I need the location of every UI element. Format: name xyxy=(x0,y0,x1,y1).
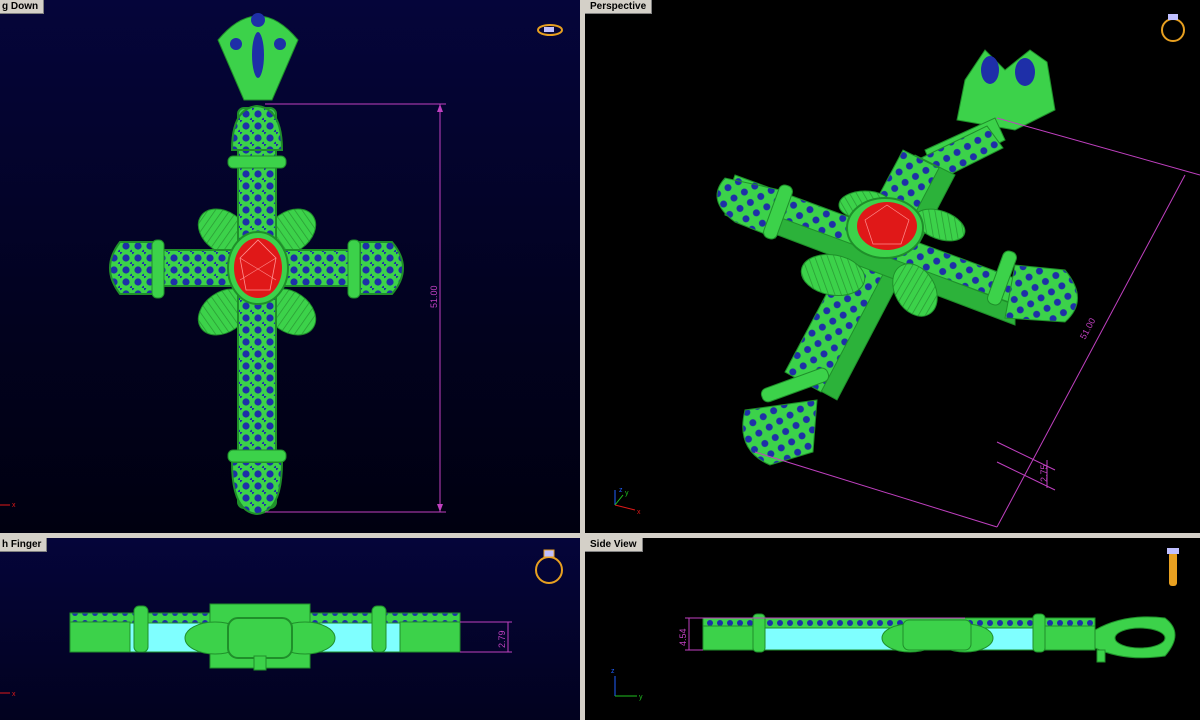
axis-label-y-persp: y xyxy=(625,490,629,497)
viewport-title-top[interactable]: g Down xyxy=(0,0,45,14)
ring-orientation-icon-persp[interactable] xyxy=(1161,14,1185,42)
center-gemstone xyxy=(227,231,289,305)
ring-orientation-icon[interactable] xyxy=(537,24,563,36)
axis-label-z-side: z xyxy=(611,668,615,675)
viewport-title-front[interactable]: h Finger xyxy=(0,538,48,552)
side-bail xyxy=(1094,616,1176,663)
perspective-view-scene: 51.00 2.75 z y x xyxy=(614,14,1200,528)
dimension-label-persp-length: 51.00 xyxy=(1078,316,1097,341)
cross-bail xyxy=(217,13,299,101)
viewport-top[interactable]: g Down 51.00 x xyxy=(0,0,580,533)
viewport-front[interactable]: h Finger 2.79 x xyxy=(0,538,580,720)
dimension-label-front: 2.79 xyxy=(497,630,507,648)
dimension-label-side: 4.54 xyxy=(678,628,688,646)
dimension-label-persp-thickness: 2.75 xyxy=(1039,464,1049,482)
side-view-scene: 4.54 z y xyxy=(611,548,1179,701)
viewport-title-side[interactable]: Side View xyxy=(585,538,643,552)
ring-orientation-icon-front[interactable] xyxy=(535,549,563,584)
viewport-title-perspective[interactable]: Perspective xyxy=(585,0,653,14)
front-view-scene: 2.79 x xyxy=(0,549,563,698)
axis-label-x: x xyxy=(12,502,16,509)
ring-orientation-icon-side[interactable] xyxy=(1167,548,1179,586)
axis-label-z-persp: z xyxy=(619,487,623,494)
dimension-label-top: 51.00 xyxy=(429,285,439,308)
persp-bail xyxy=(956,49,1056,131)
axis-label-x-persp: x xyxy=(637,509,641,516)
viewport-perspective[interactable]: Perspective 51.00 2.75 z y x xyxy=(585,0,1200,533)
persp-bottom-cap xyxy=(742,367,830,466)
viewport-side[interactable]: Side View 4.54 z y xyxy=(585,538,1200,720)
axis-label-y-side: y xyxy=(639,694,643,701)
persp-center-gemstone xyxy=(846,197,924,259)
axis-label-x-front: x xyxy=(12,691,16,698)
top-view-scene: 51.00 x xyxy=(0,13,563,516)
axis-triad-side xyxy=(614,676,637,697)
